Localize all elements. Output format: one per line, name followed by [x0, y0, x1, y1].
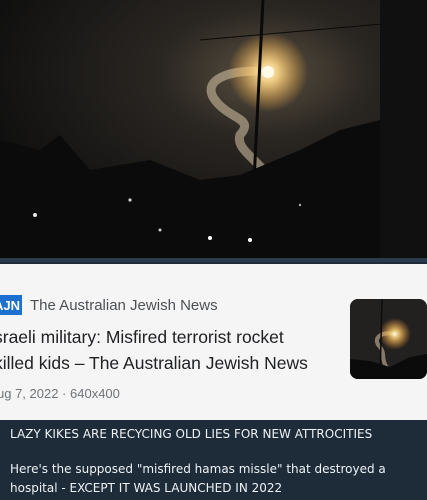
thumbnail-scene [350, 299, 427, 379]
site-name: The Australian Jewish News [30, 296, 218, 314]
headline-line-1: sraeli military: Misfired terrorist rock… [0, 327, 284, 347]
post-line-2: Here's the supposed "misfired hamas miss… [10, 462, 386, 476]
photo-divider [0, 258, 427, 262]
site-logo: AJN [0, 295, 22, 315]
post-line-3: hospital - EXCEPT IT WAS LAUNCHED IN 202… [10, 481, 283, 495]
photo-scene [0, 0, 427, 262]
source-row[interactable]: AJN The Australian Jewish News [0, 294, 218, 316]
post-line-1: LAZY KIKES ARE RECYCING OLD LIES FOR NEW… [10, 427, 373, 441]
search-result-card[interactable]: AJN The Australian Jewish News sraeli mi… [0, 264, 427, 420]
result-thumbnail[interactable] [350, 299, 427, 379]
headline-line-2: killed kids – The Australian Jewish News [0, 353, 308, 373]
result-headline[interactable]: sraeli military: Misfired terrorist rock… [0, 324, 334, 376]
night-rocket-photo[interactable] [0, 0, 427, 262]
result-meta: ug 7, 2022 · 640x400 [0, 386, 120, 401]
post-text: LAZY KIKES ARE RECYCING OLD LIES FOR NEW… [0, 420, 427, 500]
